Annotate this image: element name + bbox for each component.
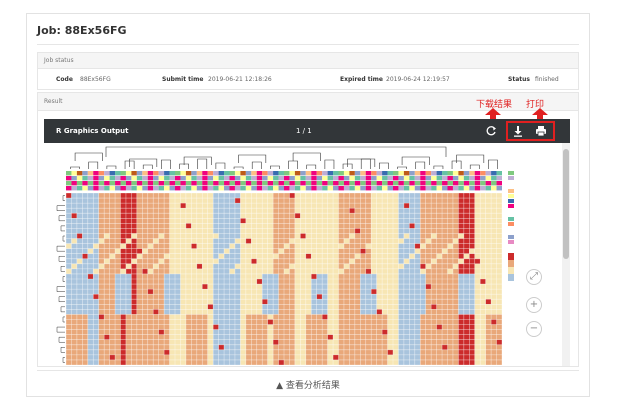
submit-time-value: 2019-06-21 12:18:26	[208, 76, 272, 83]
expired-time-value: 2019-06-24 12:19:57	[386, 76, 450, 83]
viewer-page-indicator: 1 / 1	[296, 127, 312, 135]
column-dendrogram	[70, 146, 498, 169]
job-status-row: Code 88Ex56FG Submit time 2019-06-21 12:…	[38, 69, 578, 91]
viewer-title: R Graphics Output	[56, 127, 129, 135]
zoom-in-icon[interactable]: +	[526, 297, 542, 313]
job-panel: Job: 88Ex56FG Job status Code 88Ex56FG S…	[26, 13, 590, 397]
expired-time-label: Expired time	[340, 76, 383, 83]
refresh-icon[interactable]	[484, 124, 498, 138]
viewer-toolbar: R Graphics Output 1 / 1	[44, 119, 570, 143]
title-divider	[37, 44, 579, 45]
result-box: Result 下载结果 打印 R Graphics Output 1 / 1 ⤢…	[37, 92, 579, 367]
status-label: Status	[508, 76, 530, 83]
code-label: Code	[56, 76, 73, 83]
zoom-reset-icon[interactable]: ⤢	[526, 269, 542, 285]
caption-divider	[37, 370, 579, 371]
heatmap-legend	[508, 171, 514, 281]
page-title: Job: 88Ex56FG	[37, 24, 127, 37]
code-value: 88Ex56FG	[80, 76, 111, 83]
submit-time-label: Submit time	[162, 76, 204, 83]
job-status-box: Job status Code 88Ex56FG Submit time 201…	[37, 52, 579, 90]
result-caption: ▲ 查看分析结果	[276, 381, 340, 391]
zoom-out-icon[interactable]: −	[526, 321, 542, 337]
toolbar-highlight-box	[506, 121, 555, 141]
scrollbar-thumb[interactable]	[563, 149, 569, 259]
heatmap-plot	[56, 146, 514, 366]
job-status-header: Job status	[38, 53, 578, 69]
status-value: finished	[535, 76, 559, 83]
viewer-scrollbar[interactable]	[562, 143, 570, 366]
graphics-viewer: R Graphics Output 1 / 1 ⤢ + −	[44, 119, 570, 366]
